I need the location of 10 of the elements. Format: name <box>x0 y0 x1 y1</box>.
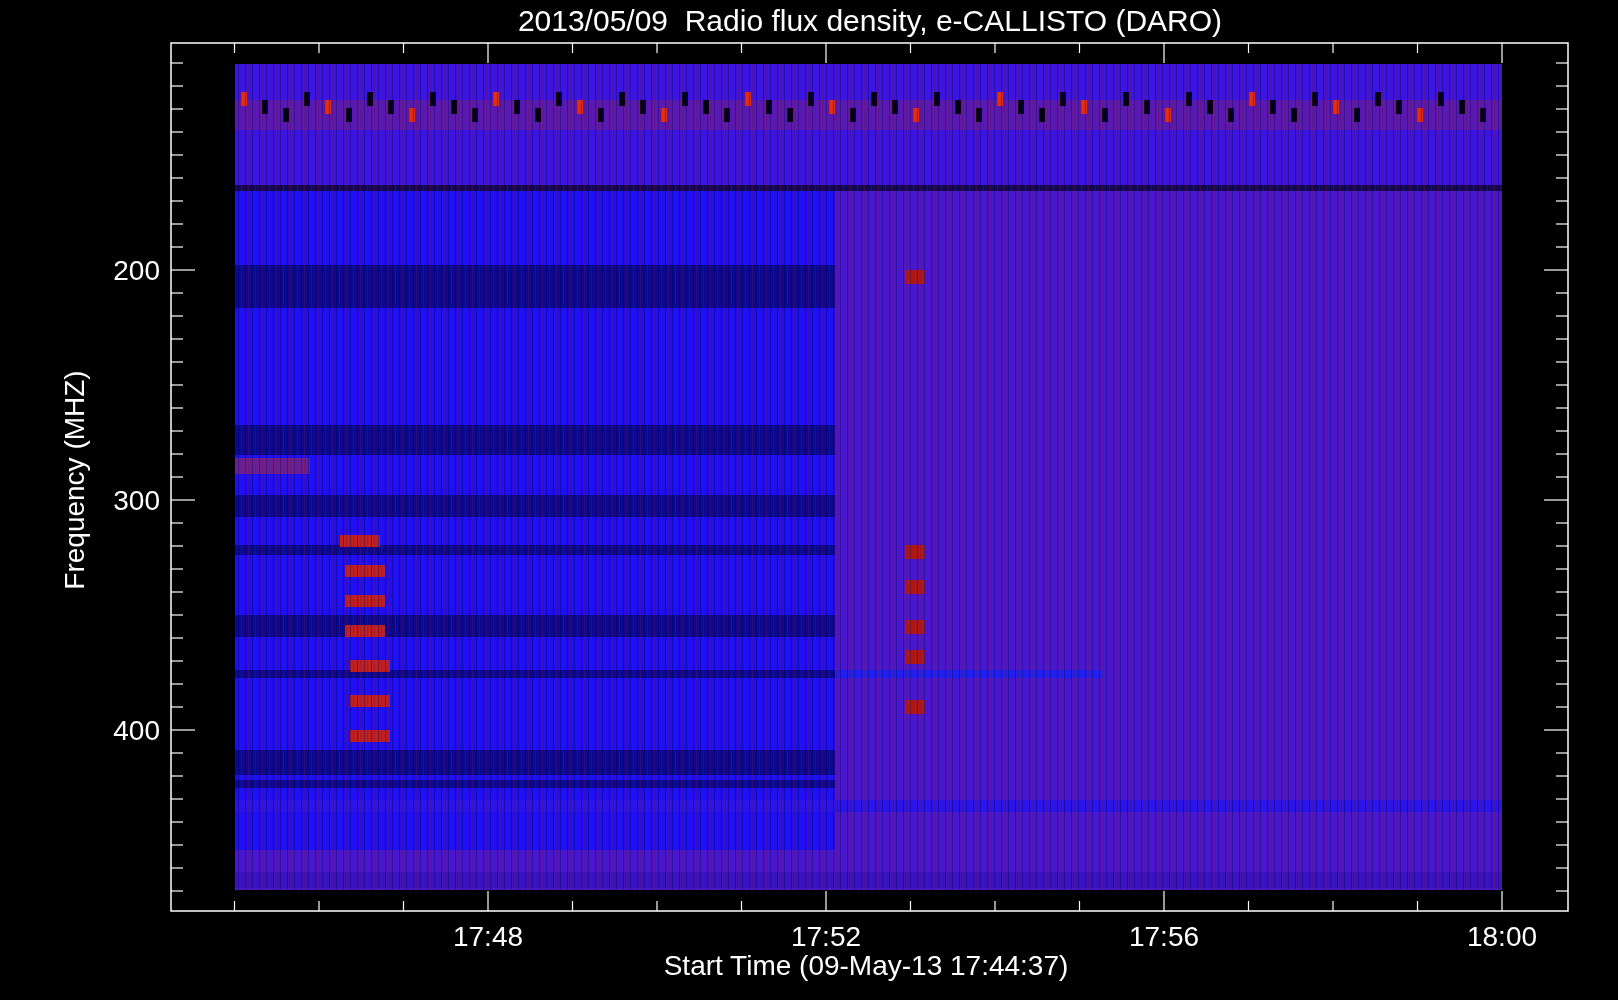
chart-title: 2013/05/09 Radio flux density, e-CALLISTO (DARO) <box>517 4 1223 37</box>
axis-tick-label: 400 <box>113 715 160 746</box>
axis-tick-label: 17:48 <box>452 921 524 952</box>
axis-tick-label: 300 <box>113 485 160 516</box>
axis-tick-label: 200 <box>113 255 160 286</box>
axis-tick-label: 17:56 <box>1128 921 1200 952</box>
axis-tick-label: 18:00 <box>1466 921 1538 952</box>
axis-tick-label: 17:52 <box>790 921 862 952</box>
axis-title: Frequency (MHZ) <box>59 370 90 590</box>
axis-title: Start Time (09-May-13 17:44:37) <box>663 950 1069 981</box>
